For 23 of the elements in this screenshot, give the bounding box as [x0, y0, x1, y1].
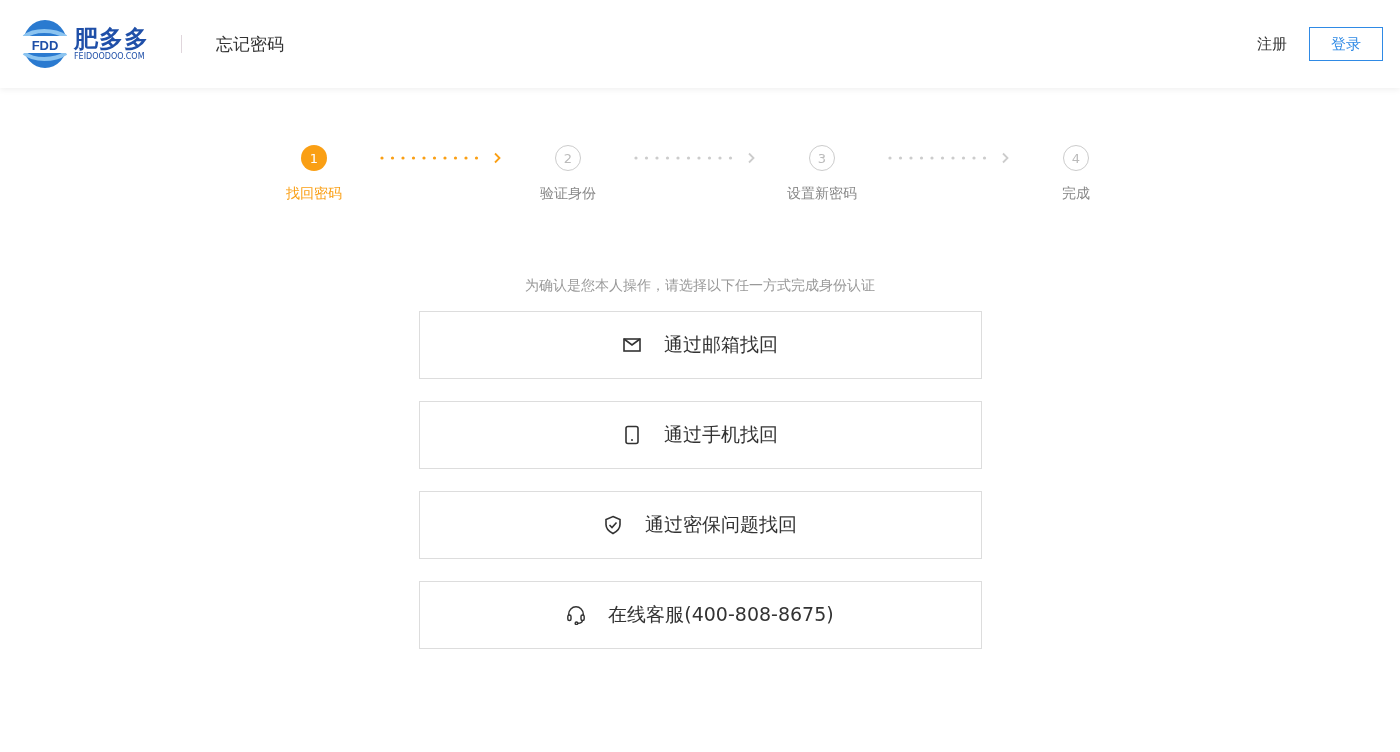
mail-icon	[622, 335, 642, 355]
recovery-option[interactable]: 通过邮箱找回	[418, 311, 982, 379]
step-number: 4	[1063, 145, 1089, 171]
recovery-option[interactable]: 通过手机找回	[418, 401, 982, 469]
step-label: 完成	[1062, 185, 1090, 203]
step-label: 找回密码	[286, 185, 342, 203]
step-label: 设置新密码	[787, 185, 857, 203]
shield-check-icon	[603, 515, 623, 535]
step-label: 验证身份	[540, 185, 596, 203]
recovery-option[interactable]: 通过密保问题找回	[418, 491, 982, 559]
instruction-text: 为确认是您本人操作，请选择以下任一方式完成身份认证	[524, 277, 876, 295]
step-number: 3	[809, 145, 835, 171]
recovery-option[interactable]: 在线客服(400-808-8675)	[418, 581, 982, 649]
page-title: 忘记密码	[216, 32, 284, 56]
logo-name: 肥多多	[74, 26, 149, 52]
logo-icon: FDD	[22, 19, 68, 69]
step-number: 1	[301, 145, 327, 171]
phone-icon	[622, 425, 642, 445]
register-link[interactable]: 注册	[1257, 34, 1287, 54]
headset-icon	[566, 605, 587, 625]
login-button[interactable]: 登录	[1309, 27, 1383, 61]
logo-domain: FEIDOODOO.COM	[74, 52, 146, 62]
step-number: 2	[555, 145, 581, 171]
